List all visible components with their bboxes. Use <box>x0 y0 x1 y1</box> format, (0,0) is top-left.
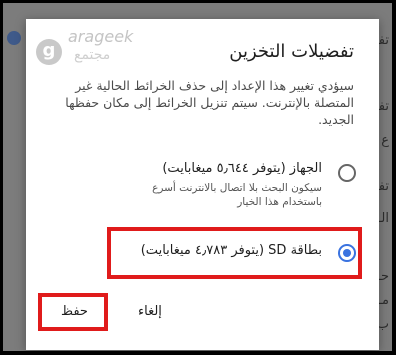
cancel-button[interactable]: إلغاء <box>138 304 162 319</box>
device-storage-hint: سيكون البحث بلا اتصال بالانترنت أسرع باس… <box>152 182 322 208</box>
dialog-title: تفضيلات التخزين <box>229 41 354 62</box>
screenshot-frame: تفـ تفـ ع تفـ الـ حـ مـ ب g arageek مجتم… <box>3 3 392 351</box>
storage-preferences-dialog: g arageek مجتمع تفضيلات التخزين سيؤدي تغ… <box>26 19 379 350</box>
watermark-logo: g <box>36 39 62 65</box>
watermark: g arageek مجتمع <box>34 25 164 75</box>
save-button[interactable]: حفظ <box>61 304 88 319</box>
watermark-brand-arabic: مجتمع <box>74 47 111 63</box>
device-storage-label[interactable]: الجهاز (يتوفر ٥٫٦٤٤ ميغابايت) <box>162 161 322 176</box>
background-avatar <box>7 31 21 45</box>
device-storage-radio[interactable] <box>338 164 356 182</box>
sd-card-radio[interactable] <box>338 244 356 262</box>
watermark-brand: arageek <box>68 27 134 46</box>
dialog-description: سيؤدي تغيير هذا الإعداد إلى حذف الخرائط … <box>65 78 354 127</box>
sd-card-label[interactable]: بطاقة SD (يتوفر ٤٫٧٨٣ ميغابايت) <box>141 243 322 258</box>
